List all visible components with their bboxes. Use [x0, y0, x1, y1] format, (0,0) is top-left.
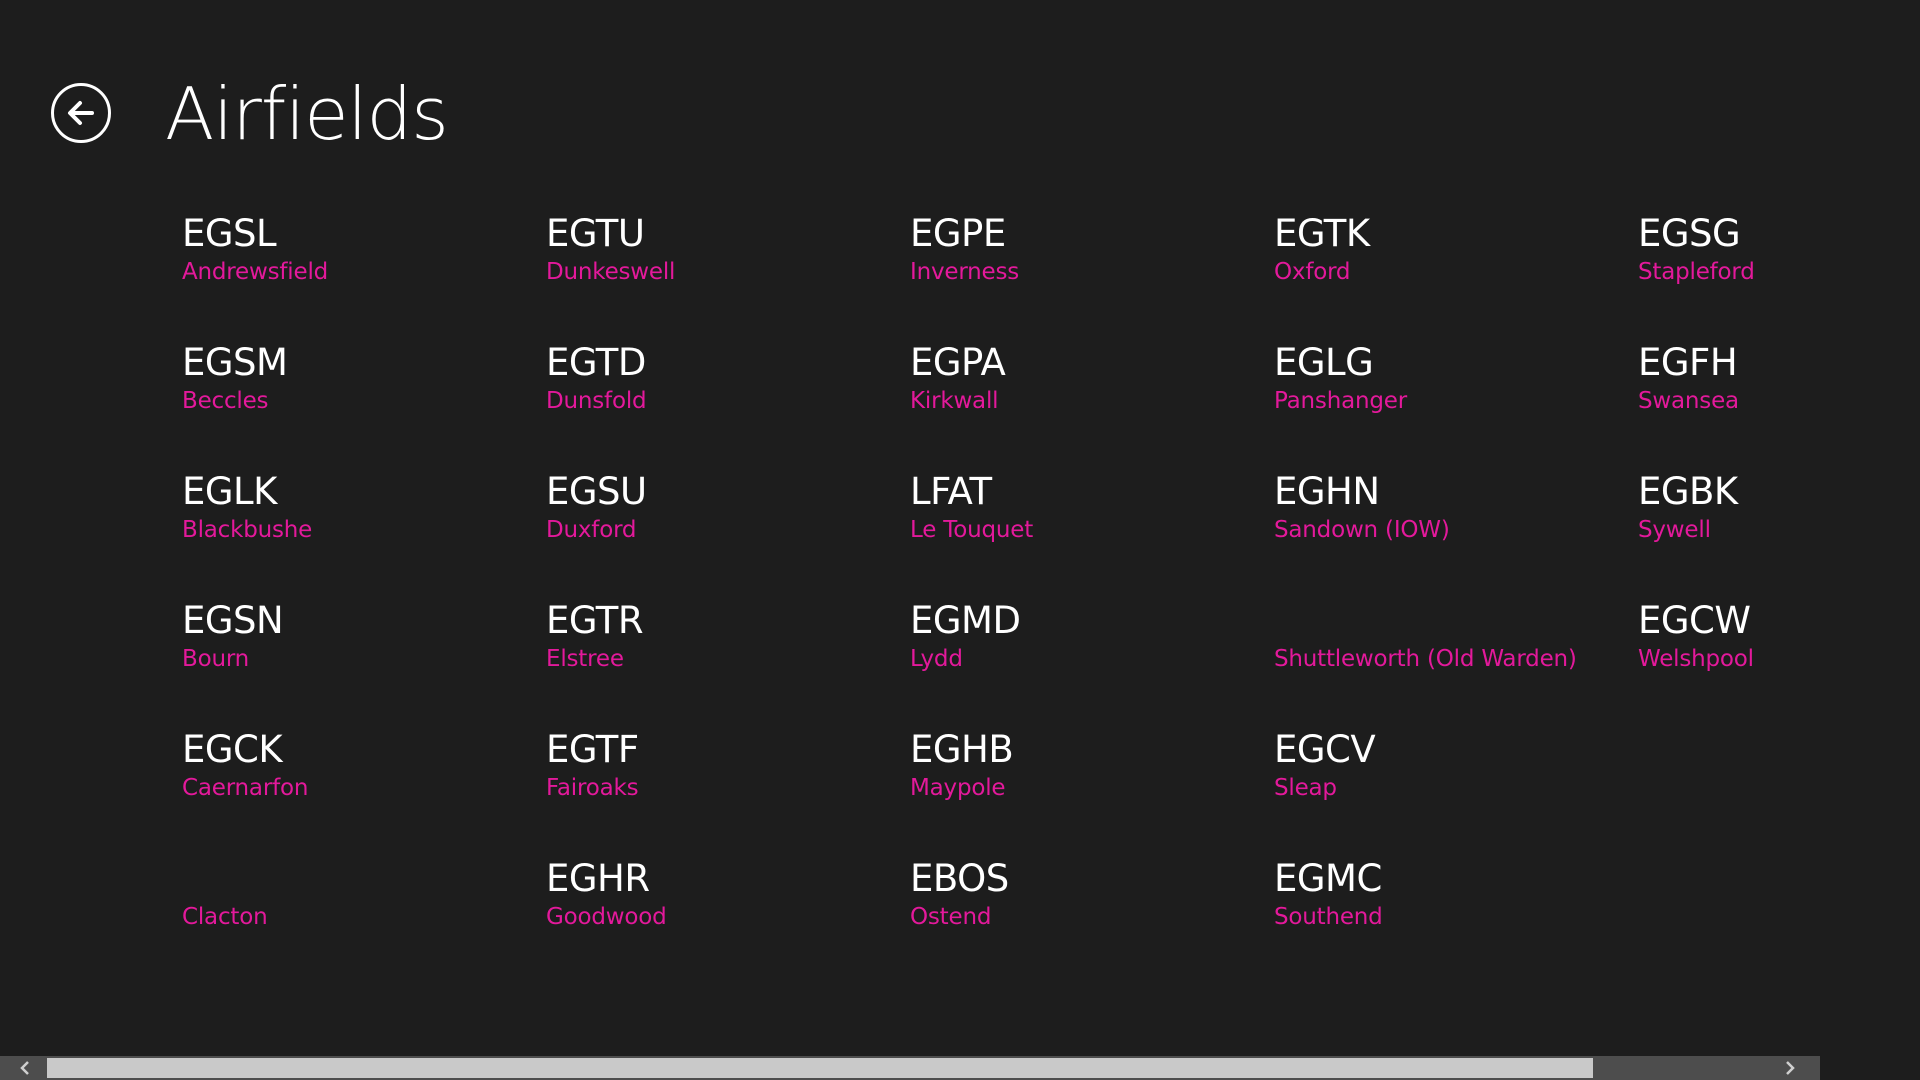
airfield-tile[interactable]: Shuttleworth (Old Warden) [1274, 597, 1638, 726]
airfield-tile[interactable]: EGLK Blackbushe [182, 468, 546, 597]
back-button[interactable] [51, 83, 111, 143]
airfield-tile[interactable]: EGTD Dunsfold [546, 339, 910, 468]
airfield-code: EGLG [1274, 341, 1374, 384]
back-arrow-icon [68, 101, 94, 125]
airfield-code: EGCW [1638, 599, 1751, 642]
airfield-tile[interactable]: EGLG Panshanger [1274, 339, 1638, 468]
airfield-tile[interactable]: EGPE Inverness [910, 210, 1274, 339]
airfield-name: Bourn [182, 646, 250, 672]
airfield-code: EGSU [546, 470, 647, 513]
airfield-code: EGSM [182, 341, 288, 384]
airfield-name: Duxford [546, 517, 637, 543]
airfield-code: EGFH [1638, 341, 1738, 384]
airfield-tile[interactable]: EGCK Caernarfon [182, 726, 546, 855]
airfield-name: Le Touquet [910, 517, 1034, 543]
airfield-name: Shuttleworth (Old Warden) [1274, 646, 1577, 672]
airfield-tile[interactable]: EGCW Welshpool [1638, 597, 1920, 726]
airfield-name: Andrewsfield [182, 259, 329, 285]
airfield-tile[interactable]: EGSN Bourn [182, 597, 546, 726]
airfield-code: EGHN [1274, 470, 1380, 513]
airfield-name: Caernarfon [182, 775, 309, 801]
airfield-tile[interactable]: EGTR Elstree [546, 597, 910, 726]
airfield-name: Goodwood [546, 904, 667, 930]
airfield-tile[interactable]: EGCV Sleap [1274, 726, 1638, 855]
airfield-code [1274, 597, 1638, 645]
airfield-code: EGCV [1274, 728, 1376, 771]
airfield-name: Sywell [1638, 517, 1711, 543]
airfield-tile[interactable]: EBOS Ostend [910, 855, 1274, 984]
airfield-tile[interactable]: EGMD Lydd [910, 597, 1274, 726]
airfield-code: EGTF [546, 728, 639, 771]
airfield-name: Fairoaks [546, 775, 639, 801]
airfield-name: Panshanger [1274, 388, 1407, 414]
airfield-code: EGPA [910, 341, 1006, 384]
airfield-code [182, 855, 546, 903]
airfield-tile[interactable]: EGTU Dunkeswell [546, 210, 910, 339]
airfield-tile[interactable]: EGSG Stapleford [1638, 210, 1920, 339]
airfield-tile[interactable]: EGHN Sandown (IOW) [1274, 468, 1638, 597]
airfield-tile[interactable]: EGSL Andrewsfield [182, 210, 546, 339]
airfield-name: Sleap [1274, 775, 1337, 801]
airfield-tile[interactable]: EGTK Oxford [1274, 210, 1638, 339]
airfield-name: Stapleford [1638, 259, 1755, 285]
airfield-name: Blackbushe [182, 517, 313, 543]
airfield-name: Maypole [910, 775, 1006, 801]
airfield-name: Beccles [182, 388, 269, 414]
airfield-code: LFAT [910, 470, 992, 513]
scroll-right-button[interactable] [1775, 1056, 1805, 1080]
scroll-left-button[interactable] [10, 1056, 40, 1080]
airfield-name: Dunkeswell [546, 259, 676, 285]
chevron-left-icon [20, 1061, 29, 1075]
airfield-tile[interactable]: EGHR Goodwood [546, 855, 910, 984]
airfield-tile[interactable]: EGTF Fairoaks [546, 726, 910, 855]
airfield-tile[interactable]: EGHB Maypole [910, 726, 1274, 855]
airfield-tile[interactable]: LFAT Le Touquet [910, 468, 1274, 597]
airfield-code: EBOS [910, 857, 1009, 900]
airfield-code: EGPE [910, 212, 1006, 255]
airfield-code: EGTD [546, 341, 646, 384]
airfield-code: EGTR [546, 599, 644, 642]
airfield-tile[interactable]: Clacton [182, 855, 546, 984]
airfield-name: Welshpool [1638, 646, 1754, 672]
airfields-page: Airfields EGSL Andrewsfield EGSM Beccles EGL… [0, 0, 1920, 1080]
airfield-code: EGHB [910, 728, 1014, 771]
airfield-name: Dunsfold [546, 388, 647, 414]
airfield-code: EGHR [546, 857, 650, 900]
airfield-tile[interactable]: EGBK Sywell [1638, 468, 1920, 597]
airfield-code: EGSL [182, 212, 277, 255]
airfield-code: EGMC [1274, 857, 1382, 900]
airfield-name: Sandown (IOW) [1274, 517, 1450, 543]
airfield-code: EGTK [1274, 212, 1370, 255]
airfield-code: EGSN [182, 599, 284, 642]
scroll-thumb[interactable] [47, 1058, 1593, 1078]
airfield-tile[interactable]: EGSU Duxford [546, 468, 910, 597]
airfield-name: Swansea [1638, 388, 1739, 414]
airfield-tile[interactable]: EGMC Southend [1274, 855, 1638, 984]
horizontal-scrollbar[interactable] [0, 1056, 1820, 1080]
airfield-name: Lydd [910, 646, 963, 672]
airfield-name: Ostend [910, 904, 992, 930]
airfield-tile[interactable]: EGSM Beccles [182, 339, 546, 468]
airfield-grid: EGSL Andrewsfield EGSM Beccles EGLK Blackbush… [182, 210, 1920, 984]
airfield-name: Elstree [546, 646, 624, 672]
airfield-code: EGTU [546, 212, 645, 255]
airfield-name: Clacton [182, 904, 268, 930]
airfield-code: EGSG [1638, 212, 1741, 255]
airfield-name: Inverness [910, 259, 1020, 285]
page-title: Airfields [165, 72, 449, 156]
airfield-name: Southend [1274, 904, 1383, 930]
airfield-code: EGMD [910, 599, 1021, 642]
chevron-right-icon [1786, 1061, 1795, 1075]
airfield-name: Oxford [1274, 259, 1351, 285]
airfield-code: EGBK [1638, 470, 1738, 513]
airfield-code: EGLK [182, 470, 277, 513]
airfield-name: Kirkwall [910, 388, 999, 414]
airfield-code: EGCK [182, 728, 283, 771]
airfield-tile[interactable]: EGFH Swansea [1638, 339, 1920, 468]
airfield-tile[interactable]: EGPA Kirkwall [910, 339, 1274, 468]
